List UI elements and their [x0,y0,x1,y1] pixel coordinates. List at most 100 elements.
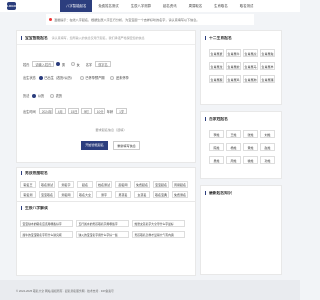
hot-name-item[interactable]: 取名测 [20,191,36,198]
lunar-label: 农历 [55,94,63,98]
surname-item[interactable]: 吴姓 [209,156,224,164]
birth-time-label: 出生时间 [23,109,36,114]
surname-item[interactable]: 孙姓 [260,156,275,164]
born-radio[interactable] [38,75,43,80]
born-label: 已出生（农历/公历） [44,76,74,80]
zodiac-item[interactable]: 生肖属虎 [243,49,258,57]
pregnant-radio[interactable] [79,75,84,80]
article-link[interactable]: 缺火的宝宝名字用什么字好一些 [76,231,129,238]
hot-name-item[interactable]: 取名宝典 [153,191,169,198]
lunar-radio[interactable] [50,93,55,98]
nav-item-test[interactable]: 取名测试 [234,0,260,12]
hot-name-item[interactable]: 宝宝起名 [153,181,169,188]
hot-name-item[interactable]: 宝宝取名 [39,191,55,198]
nav-item-zodiac[interactable]: 生肖取名 [208,0,234,12]
surnames-header: 百家姓起名 [205,117,277,122]
article-link[interactable]: 五行属水的男孩取名字用哪些字 [76,220,129,227]
hot-name-item[interactable]: 免费起名 [134,181,150,188]
zodiac-header: 十二生肖起名 [205,36,277,41]
article-link[interactable]: 属牛的宝宝取名字有什么讲究呢 [20,231,73,238]
month-select[interactable]: 4月 [54,108,66,114]
hot-name-item[interactable]: 免费测名 [172,191,188,198]
calendar-label: 历法 [23,94,30,98]
solar-radio[interactable] [32,93,37,98]
nav-item-bazi[interactable]: 生辰八字测算 [125,0,157,12]
birth-status-row: 出生状态 已出生（农历/公历） 已怀孕预产期 还未怀孕 [23,75,129,80]
surname-item[interactable]: 李姓 [209,130,224,138]
surnames-panel: 百家姓起名 李姓 王姓 张姓 刘姓 陈姓 杨姓 黄姓 赵姓 吴姓 周姓 徐姓 孙… [200,111,282,179]
nav-item-name-test[interactable]: 免费姓名测试 [92,0,124,12]
zodiac-grid: 生肖属鼠 生肖属牛 生肖属虎 生肖属兔 生肖属龙 生肖属蛇 生肖属马 生肖属羊 … [209,49,275,83]
submit-button[interactable]: 开始智能起名 [81,141,108,150]
article-link[interactable]: 男孩取名怎样才显得大气有内涵 [132,231,185,238]
zodiac-item[interactable]: 生肖属羊 [260,62,275,70]
surname-input[interactable]: 请输入姓氏 [32,61,55,67]
article-link[interactable]: 姓张女孩名字大全带什么字最好 [132,220,185,227]
hot-name-item[interactable]: 姓名测试 [96,181,112,188]
article-link[interactable]: 宝宝缺木的取名应该用哪些好字 [20,220,73,227]
zodiac-item[interactable]: 生肖属狗 [243,75,258,83]
top-header: LOGO 八字智能起名 免费姓名测试 生辰八字测算 起名资讯 周易取名 生肖取名… [0,0,300,12]
naming-form-panel: 宝宝智能起名 请认真填写，您所输入的信息仅用于起名，我们承诺严格保密您的信息 姓… [16,30,196,163]
recommended-header: 最新起名知识 [205,191,277,196]
nav-item-news[interactable]: 起名资讯 [157,0,183,12]
surnames-title: 百家姓起名 [205,117,228,121]
surname-item[interactable]: 徐姓 [243,156,258,164]
zodiac-item[interactable]: 生肖属猪 [260,75,275,83]
surname-item[interactable]: 刘姓 [260,130,275,138]
zodiac-item[interactable]: 生肖属鸡 [226,75,241,83]
name-type-select[interactable]: 双字名 [95,61,111,67]
zodiac-panel: 十二生肖起名 生肖属鼠 生肖属牛 生肖属虎 生肖属兔 生肖属龙 生肖属蛇 生肖属… [200,30,282,105]
not-pregnant-label: 还未怀孕 [115,76,129,80]
hot-name-item[interactable]: 测名字 [58,181,74,188]
not-pregnant-radio[interactable] [110,75,115,80]
surname-item[interactable]: 周姓 [226,156,241,164]
form-title: 宝宝智能起名 [21,36,48,40]
nav-item-home[interactable]: 八字智能起名 [60,0,93,12]
surname-item[interactable]: 赵姓 [260,143,275,151]
hour-select[interactable]: 9时 [80,108,92,114]
zodiac-item[interactable]: 生肖属蛇 [226,62,241,70]
articles-header: 生辰八字解读 [21,206,191,211]
articles-list: 宝宝缺木的取名应该用哪些好字 五行属水的男孩取名字用哪些字 姓张女孩名字大全带什… [20,220,185,238]
hot-name-item[interactable]: 起名网 [115,181,131,188]
notice-text: 温馨提示：在线八字起名，根据生辰八字五行分析，为宝宝起一个吉祥好听的名字，请认真… [54,18,200,22]
hot-name-item[interactable]: 女孩名 [134,191,150,198]
page-footer: © 2024-2025 取名大全 网站 版权所有 · 起名测名服务网 · 技术支… [0,280,300,300]
zodiac-item[interactable]: 生肖属猴 [209,75,224,83]
hot-name-item[interactable]: 取名大全 [77,191,93,198]
year-select[interactable]: 2024年 [38,108,53,114]
hot-name-item[interactable]: 测字 [96,191,112,198]
hot-name-item[interactable]: 男孩名 [115,191,131,198]
hot-name-item[interactable]: 起名 [77,181,93,188]
surname-item[interactable]: 陈姓 [209,143,224,151]
notice-bar: 温馨提示：在线八字起名，根据生辰八字五行分析，为宝宝起一个吉祥好听的名字，请认真… [46,14,254,25]
zodiac-item[interactable]: 生肖属兔 [260,49,275,57]
zodiac-item[interactable]: 生肖属鼠 [209,49,224,57]
surname-item[interactable]: 王姓 [226,130,241,138]
minute-select[interactable]: 10分 [93,108,105,114]
surnames-grid: 李姓 王姓 张姓 刘姓 陈姓 杨姓 黄姓 赵姓 吴姓 周姓 徐姓 孙姓 [209,130,275,164]
recommended-title: 最新起名知识 [205,191,232,195]
zodiac-title: 十二生肖起名 [205,36,232,40]
surname-item[interactable]: 杨姓 [226,143,241,151]
zodiac-item[interactable]: 生肖属马 [243,62,258,70]
surname-item[interactable]: 张姓 [243,130,258,138]
age-select[interactable]: 1岁 [116,108,128,114]
reset-button[interactable]: 重新填写信息 [113,141,140,150]
site-logo[interactable]: LOGO [7,2,16,10]
gender-male-radio[interactable] [56,62,61,66]
extra-info-label[interactable]: 要求起名信息（选填） [61,127,161,132]
hot-name-item[interactable]: 取名测试 [39,181,55,188]
hot-name-item[interactable]: 取名王 [20,181,36,188]
day-select[interactable]: 15日 [67,108,79,114]
birth-status-label: 出生状态 [23,76,36,80]
zodiac-item[interactable]: 生肖属牛 [226,49,241,57]
nav-item-zhouyi[interactable]: 周易取名 [183,0,209,12]
hot-name-item[interactable]: 周易起名 [172,181,188,188]
surname-item[interactable]: 黄姓 [243,143,258,151]
zodiac-item[interactable]: 生肖属龙 [209,62,224,70]
articles-panel: 生辰八字解读 [16,201,196,276]
hot-name-item[interactable]: 测名网 [58,191,74,198]
gender-female-radio[interactable] [71,62,76,66]
